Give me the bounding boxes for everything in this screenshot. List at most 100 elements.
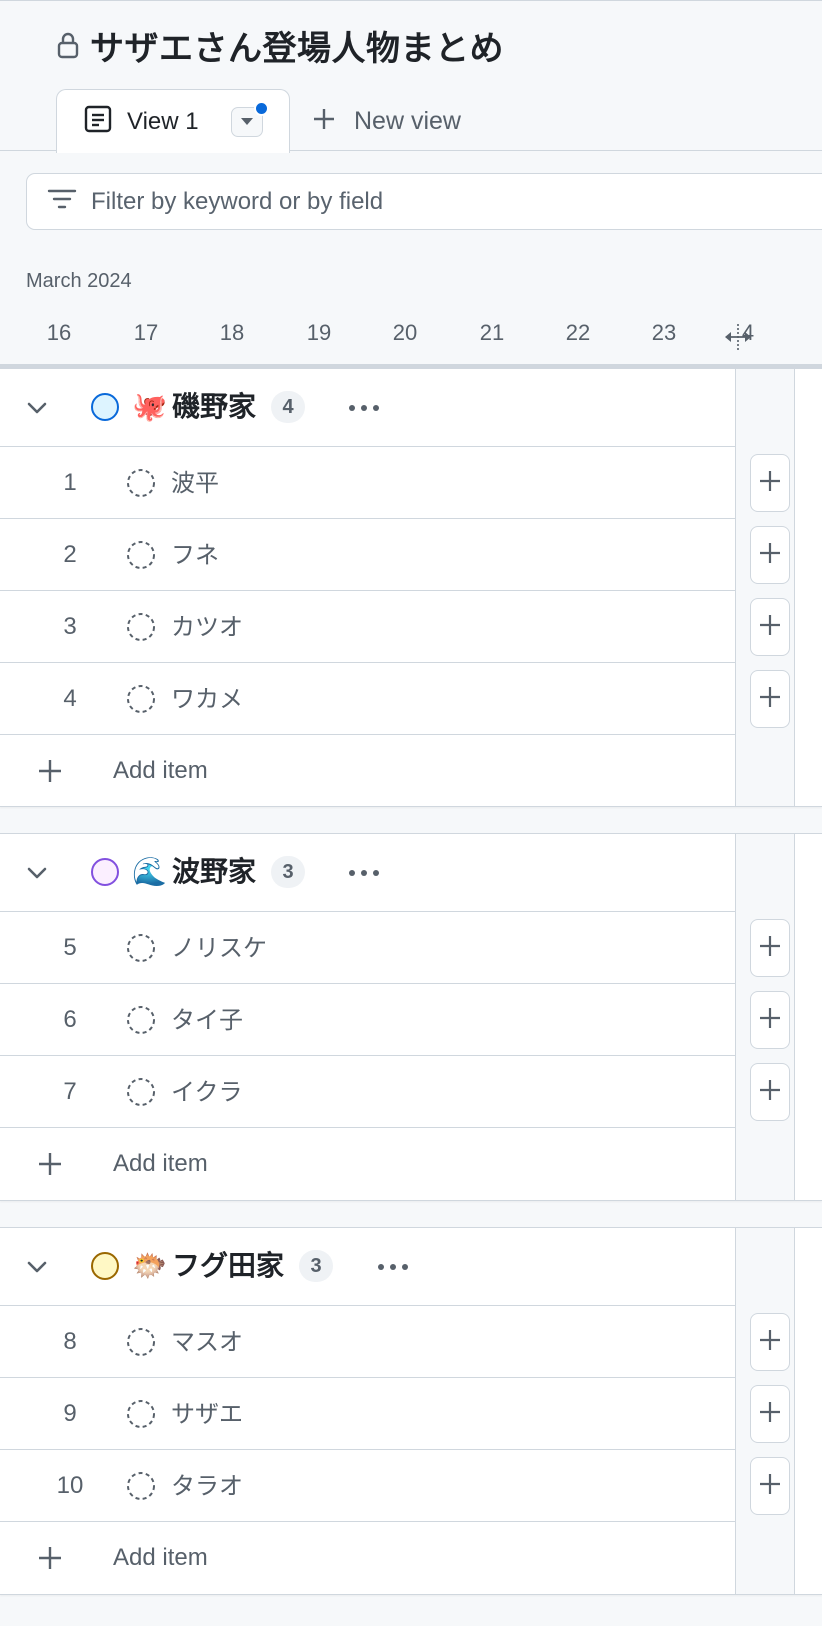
table-row[interactable]: 6 タイ子 (0, 984, 735, 1056)
group-name: フグ田家 (172, 1249, 285, 1282)
table-row[interactable]: 2 フネ (0, 519, 735, 591)
draft-issue-icon (126, 1005, 156, 1035)
add-date-button[interactable] (750, 454, 790, 512)
month-label: March 2024 (26, 270, 132, 292)
add-date-button[interactable] (750, 1457, 790, 1515)
column-resize-icon[interactable] (723, 322, 753, 352)
plus-icon (759, 1079, 781, 1106)
filter-bar[interactable] (26, 173, 822, 230)
row-number: 9 (63, 1400, 77, 1427)
project-title: サザエさん登場人物まとめ (90, 28, 504, 69)
group-menu-button[interactable] (344, 858, 384, 888)
chevron-down-icon[interactable] (24, 395, 50, 421)
add-date-button[interactable] (750, 1063, 790, 1121)
draft-issue-icon (126, 1471, 156, 1501)
row-title[interactable]: イクラ (171, 1056, 243, 1128)
triangle-down-icon (240, 113, 254, 131)
add-item-button[interactable]: Add item (0, 1522, 735, 1594)
kebab-horizontal-icon (377, 1258, 409, 1276)
add-date-button[interactable] (750, 919, 790, 977)
day-label: 22 (565, 320, 591, 345)
group-isono: 🐙 磯野家 4 1 波平 2 フネ 3 カツオ 4 ワカメ Add item (0, 368, 822, 807)
table-row[interactable]: 9 サザエ (0, 1378, 735, 1450)
octopus-emoji-icon: 🐙 (132, 391, 167, 422)
row-title[interactable]: フネ (171, 519, 219, 591)
timeline-days: 16 17 18 19 20 21 22 23 4 (0, 320, 822, 356)
new-view-label: New view (354, 106, 461, 135)
day-label: 23 (651, 320, 677, 345)
row-title[interactable]: サザエ (171, 1378, 243, 1450)
plus-icon (759, 614, 781, 641)
plus-icon (759, 470, 781, 497)
table-row[interactable]: 1 波平 (0, 447, 735, 519)
row-number: 2 (63, 541, 77, 568)
title-row: サザエさん登場人物まとめ (56, 23, 504, 69)
plus-icon (36, 757, 64, 785)
table-view-icon (83, 104, 113, 139)
add-date-button[interactable] (750, 1313, 790, 1371)
day-label: 19 (306, 320, 332, 345)
timeline-column (735, 369, 795, 806)
group-menu-button[interactable] (344, 393, 384, 423)
day-label: 18 (219, 320, 245, 345)
row-number: 4 (63, 685, 77, 712)
tab-label: View 1 (127, 107, 199, 135)
day-label: 16 (46, 320, 72, 345)
group-name: 波野家 (172, 855, 257, 888)
add-item-label: Add item (113, 757, 208, 784)
day-label: 20 (392, 320, 418, 345)
plus-icon (759, 1007, 781, 1034)
table-row[interactable]: 4 ワカメ (0, 663, 735, 735)
plus-icon (759, 686, 781, 713)
lock-icon (56, 31, 80, 59)
row-title[interactable]: マスオ (171, 1306, 243, 1378)
plus-icon (36, 1150, 64, 1178)
row-title[interactable]: タラオ (171, 1450, 243, 1522)
filter-input[interactable] (91, 187, 691, 216)
row-number: 1 (63, 469, 77, 496)
add-date-button[interactable] (750, 670, 790, 728)
add-item-button[interactable]: Add item (0, 1128, 735, 1200)
draft-issue-icon (126, 612, 156, 642)
table-row[interactable]: 8 マスオ (0, 1306, 735, 1378)
chevron-down-icon[interactable] (24, 860, 50, 886)
row-title[interactable]: タイ子 (171, 984, 243, 1056)
wave-emoji-icon: 🌊 (132, 856, 167, 887)
group-header: 🐡 フグ田家 3 (0, 1228, 735, 1306)
new-view-button[interactable]: New view (312, 99, 461, 143)
tab-view-1[interactable]: View 1 (56, 89, 290, 153)
draft-issue-icon (126, 1399, 156, 1429)
add-date-button[interactable] (750, 526, 790, 584)
kebab-horizontal-icon (348, 399, 380, 417)
status-circle-icon (91, 1252, 119, 1280)
table-row[interactable]: 10 タラオ (0, 1450, 735, 1522)
timeline-column (795, 369, 822, 806)
table-row[interactable]: 7 イクラ (0, 1056, 735, 1128)
count-badge: 3 (271, 856, 305, 888)
draft-issue-icon (126, 468, 156, 498)
row-title[interactable]: 波平 (171, 447, 219, 519)
unsaved-changes-dot (254, 101, 269, 116)
add-date-button[interactable] (750, 991, 790, 1049)
add-date-button[interactable] (750, 1385, 790, 1443)
add-item-button[interactable]: Add item (0, 735, 735, 807)
row-title[interactable]: ノリスケ (171, 912, 267, 984)
view-options-button[interactable] (231, 101, 269, 137)
row-title[interactable]: カツオ (171, 591, 243, 663)
status-circle-icon (91, 393, 119, 421)
group-name: 磯野家 (172, 390, 257, 423)
row-number: 8 (63, 1328, 77, 1355)
chevron-down-icon[interactable] (24, 1254, 50, 1280)
group-menu-button[interactable] (373, 1252, 413, 1282)
status-circle-icon (91, 858, 119, 886)
filter-icon (47, 187, 77, 216)
draft-issue-icon (126, 540, 156, 570)
row-title[interactable]: ワカメ (171, 663, 243, 735)
plus-icon (759, 1473, 781, 1500)
count-badge: 4 (271, 391, 305, 423)
table-row[interactable]: 5 ノリスケ (0, 912, 735, 984)
add-date-button[interactable] (750, 598, 790, 656)
group-header: 🐙 磯野家 4 (0, 369, 735, 447)
table-row[interactable]: 3 カツオ (0, 591, 735, 663)
draft-issue-icon (126, 933, 156, 963)
